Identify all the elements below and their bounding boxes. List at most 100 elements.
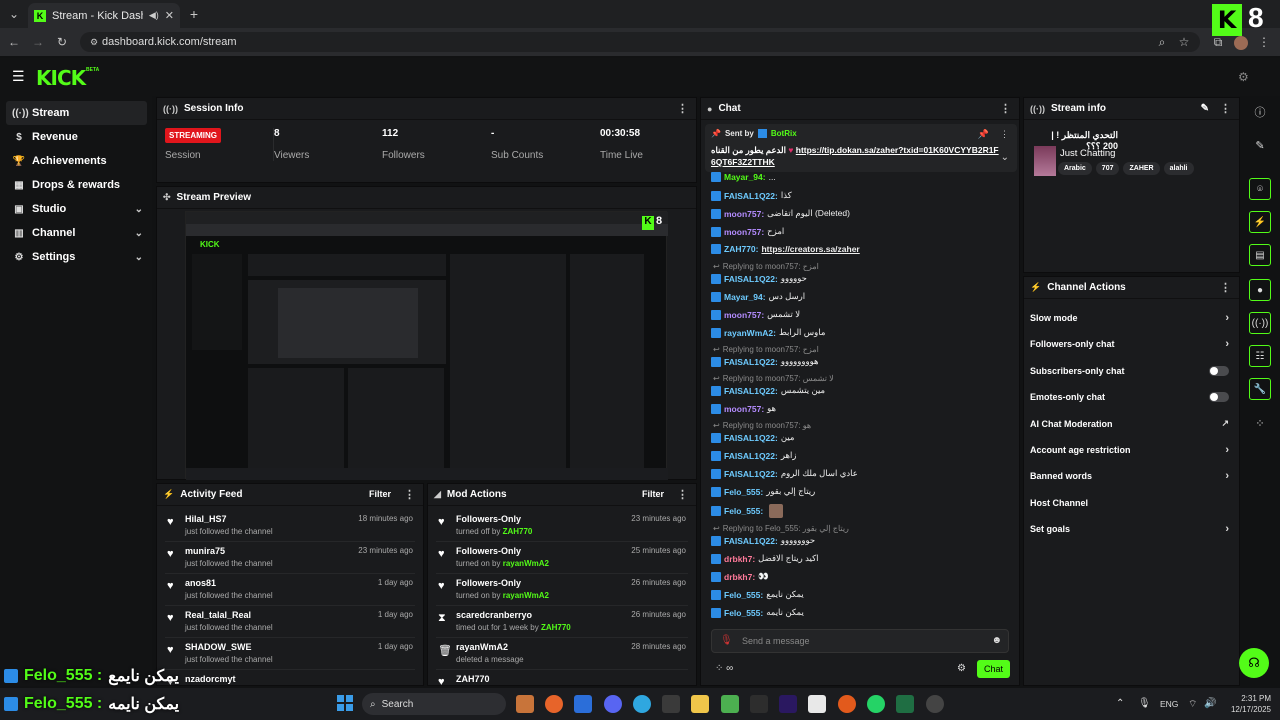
channel-action-followers-only-chat[interactable]: Followers-only chat › [1030,332,1231,356]
reload-icon[interactable]: ↻ [54,34,70,50]
chat-username[interactable]: FAISAL1Q22: [724,433,778,443]
tab-audio-icon[interactable]: ◀) [149,10,159,21]
bookmark-star-icon[interactable]: ☆ [1176,34,1192,50]
chat-tools-icon[interactable]: ⁘ ∞ [715,663,733,674]
channel-action-emotes-only-chat[interactable]: Emotes-only chat [1030,385,1231,409]
support-headset-icon[interactable]: ☊ [1239,648,1269,678]
browser-tab[interactable]: K Stream - Kick Dashboard ◀) ✕ [28,3,180,28]
chat-username[interactable]: FAISAL1Q22: [724,191,778,201]
broadcast-icon[interactable]: ⌾ [1249,178,1271,200]
wifi-icon[interactable]: ⌔ [1188,698,1197,711]
volume-icon[interactable]: 🔊 [1204,698,1216,709]
more-options-icon[interactable]: ⋮ [1000,102,1011,115]
feed-username[interactable]: anos81 [185,578,216,588]
chat-username[interactable]: Felo_555: [724,608,763,618]
more-options-icon[interactable]: ⋮ [1000,129,1009,140]
channel-action-set-goals[interactable]: Set goals › [1030,517,1231,541]
chat-input[interactable]: 🎙 Send a message ☻ [711,629,1009,653]
chat-text[interactable]: https://creators.sa/zaher [761,244,859,254]
channel-action-banned-words[interactable]: Banned words › [1030,464,1231,488]
hamburger-menu-icon[interactable]: ☰ [12,68,25,85]
info-icon[interactable]: ⓘ [1249,101,1271,123]
filter-button[interactable]: Filter [369,489,391,499]
browser-menu-icon[interactable]: ⋮ [1256,34,1272,50]
stream-signal-icon[interactable]: ((·)) [1249,312,1271,334]
chat-username[interactable]: moon757: [724,209,764,219]
chat-username[interactable]: drbkh7: [724,554,755,564]
sidebar-item-drops[interactable]: ▦ Drops & rewards [6,173,147,197]
chat-username[interactable]: Mayar_94: [724,172,766,182]
send-chat-button[interactable]: Chat [977,660,1010,678]
edge-icon[interactable] [633,695,651,713]
note-icon[interactable]: ▤ [1249,244,1271,266]
minecraft-icon[interactable] [721,695,739,713]
document-icon[interactable] [808,695,826,713]
channel-action-ai-chat-moderation[interactable]: AI Chat Moderation ↗ [1030,412,1231,436]
extensions-icon[interactable]: ⧉ [1210,34,1226,50]
chat-username[interactable]: Felo_555: [724,487,763,497]
ea-icon[interactable] [838,695,856,713]
back-icon[interactable]: ← [6,34,22,50]
profile-avatar[interactable] [1234,36,1248,50]
new-tab-button[interactable]: + [186,6,202,22]
mic-icon[interactable]: 🎙 [720,635,733,646]
sidebar-item-channel[interactable]: ▥ Channel ⌄ [6,221,147,245]
taskbar-search[interactable]: ⌕ Search [362,693,506,715]
chat-username[interactable]: moon757: [724,404,764,414]
chat-username[interactable]: Mayar_94: [724,292,766,302]
chat-username[interactable]: moon757: [724,227,764,237]
forward-icon[interactable]: → [30,34,46,50]
filter-button[interactable]: Filter [642,489,664,499]
chat-username[interactable]: FAISAL1Q22: [724,357,778,367]
sidebar-item-settings[interactable]: ⚙ Settings ⌄ [6,245,147,269]
feed-username[interactable]: Hilal_HS7 [185,514,227,524]
taskbar-app-icon[interactable] [574,695,592,713]
taskbar-app-icon[interactable] [516,695,534,713]
toggle-switch[interactable] [1209,392,1229,403]
kick-logo[interactable]: KICK [36,66,86,90]
chat-username[interactable]: moon757: [724,310,764,320]
chat-username[interactable]: FAISAL1Q22: [724,536,778,546]
chat-username[interactable]: Felo_555: [724,506,763,516]
more-options-icon[interactable]: ⋮ [1220,102,1231,115]
chat-username[interactable]: FAISAL1Q22: [724,386,778,396]
sidebar-item-achievements[interactable]: 🏆 Achievements [6,149,147,173]
tray-chevron-icon[interactable]: ⌃ [1116,698,1124,709]
edit-pencil-icon[interactable]: ✎ [1249,134,1271,156]
chevron-down-icon[interactable]: ⌄ [1001,152,1009,163]
taskbar-clock[interactable]: 2:31 PM 12/17/2025 [1221,693,1271,715]
more-options-icon[interactable]: ⋮ [404,488,415,501]
mod-action-by[interactable]: rayanWmA2 [503,591,549,600]
channel-action-subscribers-only-chat[interactable]: Subscribers-only chat [1030,359,1231,383]
channel-action-account-age-restriction[interactable]: Account age restriction › [1030,438,1231,462]
chrome-icon[interactable] [545,695,563,713]
chat-username[interactable]: FAISAL1Q22: [724,451,778,461]
toggle-switch[interactable] [1209,365,1229,376]
header-status-icon[interactable]: ⚙ [1238,70,1249,84]
premiere-icon[interactable] [779,695,797,713]
feed-username[interactable]: munira75 [185,546,225,556]
feed-username[interactable]: SHADOW_SWE [185,642,252,652]
windows-start-icon[interactable] [337,695,353,711]
microphone-icon[interactable]: 🎙 [1138,698,1151,709]
wrench-icon[interactable]: 🔧 [1249,378,1271,400]
zoom-icon[interactable]: ⌕ [1154,34,1170,50]
chat-username[interactable]: rayanWmA2: [724,328,776,338]
chat-username[interactable]: Felo_555: [724,590,763,600]
site-info-icon[interactable]: ⚙ [86,34,102,50]
chat-username[interactable]: FAISAL1Q22: [724,469,778,479]
channel-action-slow-mode[interactable]: Slow mode › [1030,306,1231,330]
chat-username[interactable]: FAISAL1Q22: [724,274,778,284]
store-icon[interactable] [662,695,680,713]
more-options-icon[interactable]: ⋮ [1220,281,1231,294]
pinned-message[interactable]: 📌 Sent by BotRix 📌 ⋮ الدعم يطور من القنا… [705,124,1017,172]
unpin-icon[interactable]: 📌 [978,129,989,140]
obs-icon[interactable] [926,695,944,713]
mod-action-by[interactable]: ZAH770 [541,623,571,632]
stream-preview-video[interactable]: KICK K 8 [185,211,668,480]
discord-icon[interactable] [604,695,622,713]
apps-icon[interactable]: ⁘ [1249,412,1271,434]
feed-username[interactable]: nzadorcmyt [185,674,236,684]
language-indicator[interactable]: ENG [1160,699,1178,709]
more-options-icon[interactable]: ⋮ [677,102,688,115]
